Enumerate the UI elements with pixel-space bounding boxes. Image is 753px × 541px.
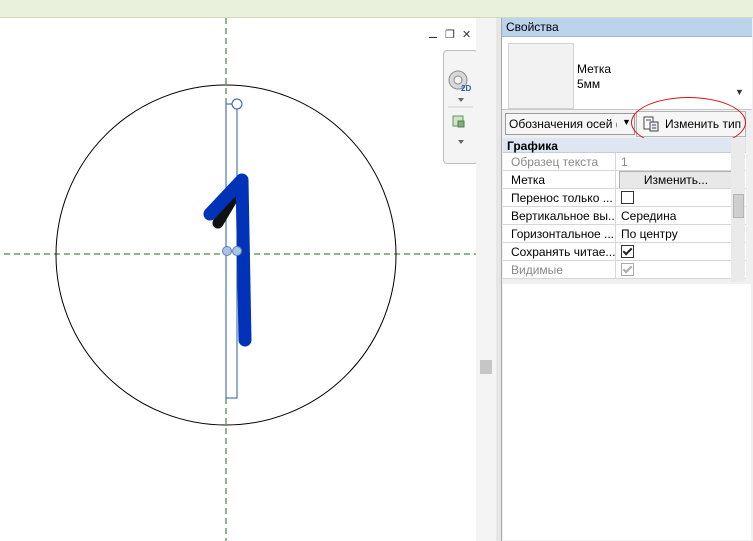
properties-scrollbar[interactable]: [731, 138, 745, 282]
properties-empty-area: [503, 284, 751, 540]
navigation-bar: 2D: [443, 50, 478, 164]
instance-filter-dropdown[interactable]: Обозначения осей ( ▼: [505, 113, 635, 135]
wrap-checkbox[interactable]: [621, 191, 634, 204]
edit-type-label: Изменить тип: [665, 117, 742, 131]
canvas-scrollbar[interactable]: [476, 18, 496, 541]
digit-one-stroke: [203, 173, 252, 347]
property-name: Видимые: [511, 263, 563, 277]
group-label: Графика: [507, 139, 558, 153]
property-value[interactable]: Середина: [621, 209, 676, 223]
drawing-canvas[interactable]: ⚊ ❐ ✕ 2D: [4, 18, 496, 541]
property-name: Метка: [511, 173, 546, 187]
property-value: 1: [621, 155, 628, 169]
property-name: Вертикальное вы...: [511, 209, 616, 223]
panel-title: Свойства: [506, 20, 559, 34]
property-row[interactable]: Перенос только ...: [503, 189, 746, 207]
type-size-label: 5мм: [577, 77, 601, 91]
property-row[interactable]: Вертикальное вы... Середина: [503, 207, 746, 225]
restore-icon[interactable]: ❐: [445, 28, 455, 41]
chevron-down-icon[interactable]: ▼: [622, 117, 631, 127]
property-value[interactable]: По центру: [621, 227, 678, 241]
type-name: Метка 5мм: [577, 62, 611, 92]
canvas-svg: [4, 18, 480, 541]
chevron-down-icon[interactable]: ▼: [735, 87, 744, 97]
property-name: Перенос только ...: [511, 191, 613, 205]
property-name: Горизонтальное ...: [511, 227, 615, 241]
canvas-scrollbar-thumb[interactable]: [480, 360, 492, 374]
property-name: Образец текста: [511, 155, 599, 169]
properties-panel-header: Свойства: [502, 18, 752, 37]
property-row[interactable]: Сохранять читае...: [503, 243, 746, 261]
property-name: Сохранять читае...: [511, 245, 616, 259]
group-header-graphics[interactable]: Графика ⌃: [503, 138, 746, 153]
edit-label-button[interactable]: Изменить...: [619, 171, 731, 188]
edit-type-icon: [643, 116, 659, 132]
badge-2d-icon: 2D: [461, 84, 471, 93]
chevron-down-icon: [458, 98, 464, 102]
properties-panel: Свойства Метка 5мм ▼ Обозначения осей ( …: [501, 18, 753, 541]
zoom-region-icon: [452, 115, 465, 128]
property-row[interactable]: Метка Изменить...: [503, 171, 746, 189]
drag-grip-left: [222, 246, 232, 256]
type-selector[interactable]: Метка 5мм ▼: [502, 37, 752, 110]
property-row[interactable]: Образец текста 1: [503, 153, 746, 171]
drag-grip-right: [232, 246, 242, 256]
type-preview-thumbnail: [508, 43, 574, 109]
navigation-bar-icons: 2D: [448, 70, 473, 144]
close-icon[interactable]: ✕: [462, 28, 471, 41]
property-row[interactable]: Видимые: [503, 261, 746, 279]
instance-filter-value: Обозначения осей (: [509, 117, 617, 131]
top-ribbon-strip: [0, 0, 753, 18]
visible-checkbox: [621, 263, 634, 276]
properties-grid: Графика ⌃ Образец текста 1 Метка Изменит…: [503, 138, 746, 279]
rotate-handle: [231, 98, 243, 110]
edit-type-button[interactable]: Изменить тип: [636, 111, 746, 137]
minimize-icon[interactable]: ⚊: [428, 28, 438, 41]
chevron-down-icon: [458, 140, 464, 144]
keep-readable-checkbox[interactable]: [621, 245, 634, 258]
type-family-label: Метка: [577, 62, 612, 76]
property-row[interactable]: Горизонтальное ... По центру: [503, 225, 746, 243]
properties-scrollbar-thumb[interactable]: [733, 194, 744, 218]
